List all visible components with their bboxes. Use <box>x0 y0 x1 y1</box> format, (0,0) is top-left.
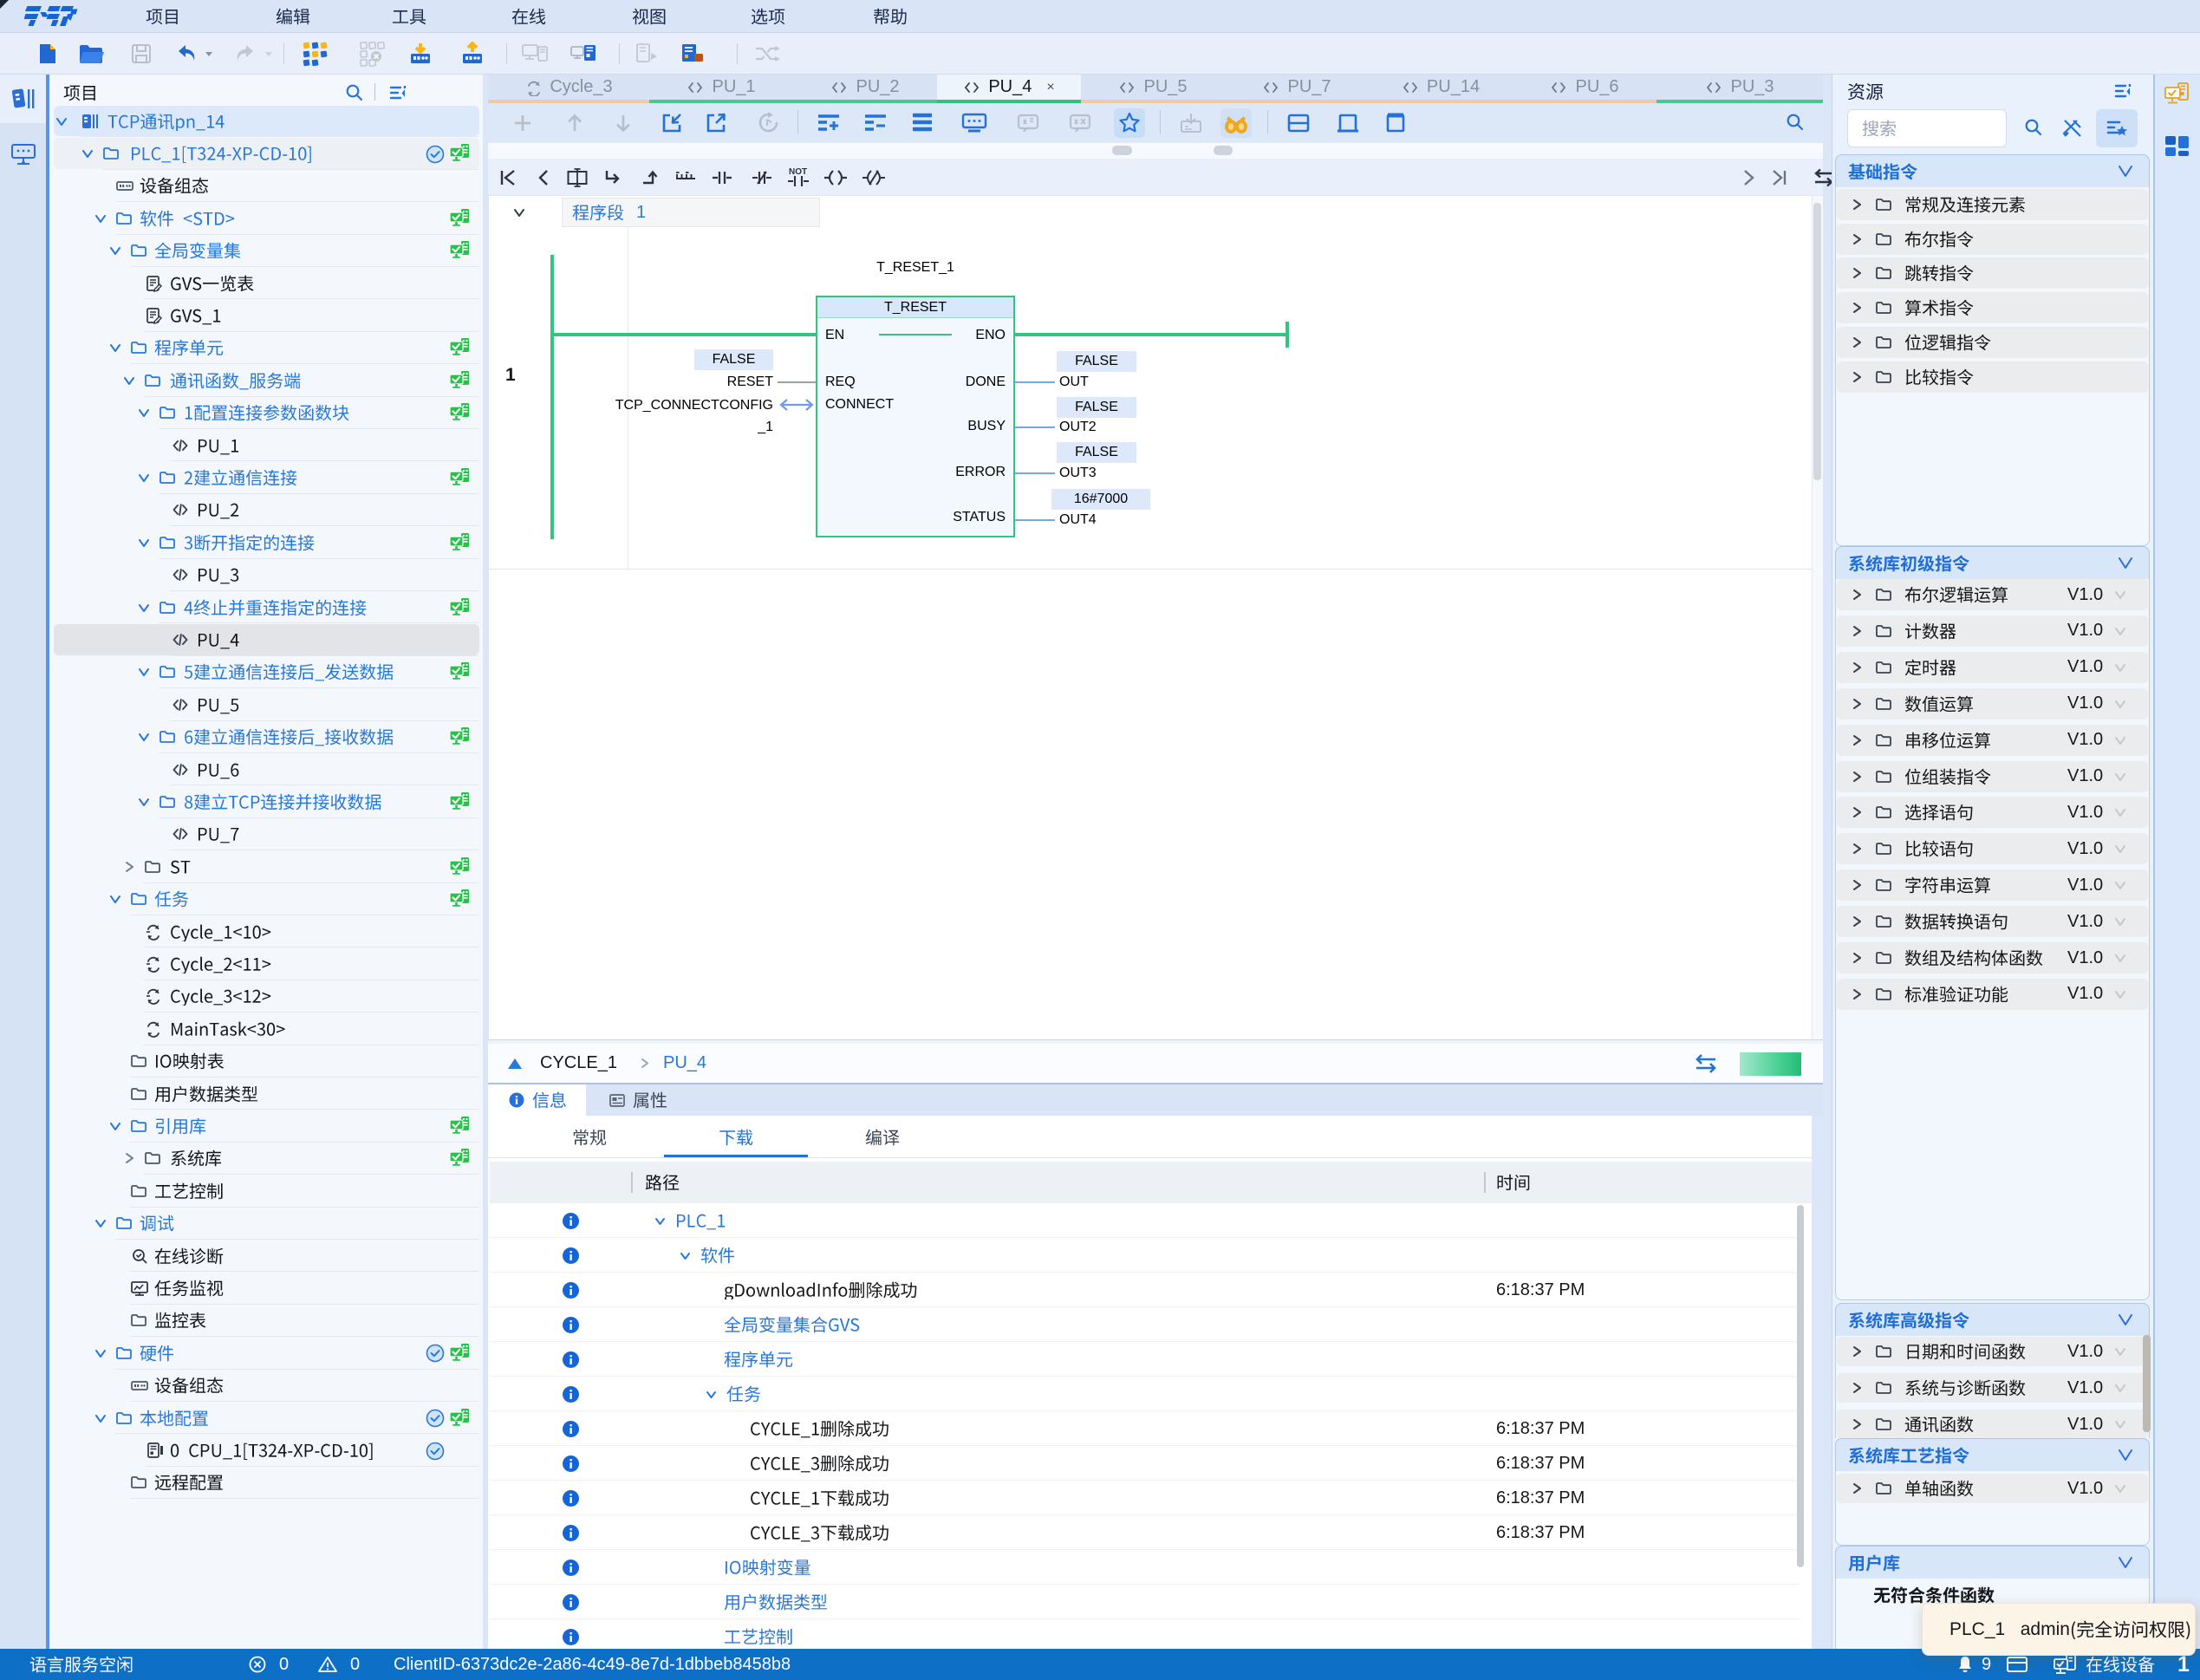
svg-text:NOT: NOT <box>789 167 807 177</box>
